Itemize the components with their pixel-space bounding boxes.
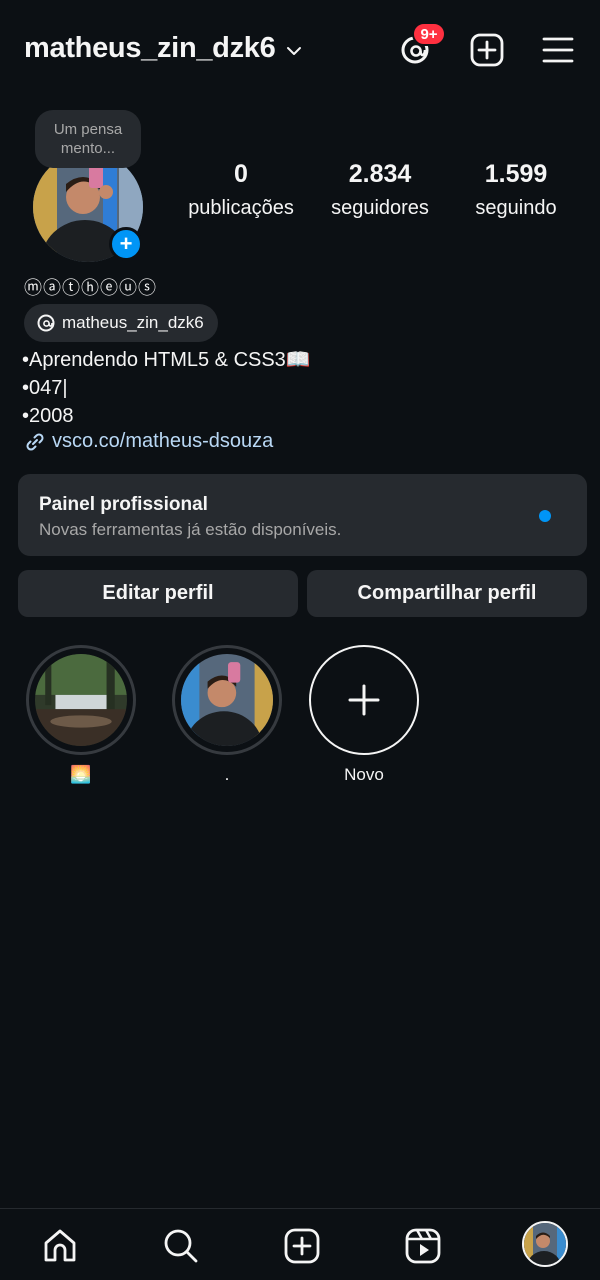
highlight-label: 🌅 — [70, 765, 92, 784]
notification-badge: 9+ — [412, 22, 446, 46]
new-indicator-dot — [539, 510, 551, 522]
professional-dashboard[interactable]: Painel profissional Novas ferramentas já… — [18, 474, 587, 556]
note-text: Um pensa mento... — [53, 121, 123, 157]
bio-line: •Aprendendo HTML5 & CSS3📖 — [22, 349, 311, 371]
posts-label: publicações — [188, 197, 294, 219]
menu-icon[interactable] — [540, 32, 576, 68]
new-post-icon[interactable] — [469, 32, 505, 68]
followers-count[interactable]: 2.834 seguidores — [322, 160, 438, 220]
followers-label: seguidores — [331, 197, 429, 219]
following-count[interactable]: 1.599 seguindo — [466, 160, 566, 220]
profile-tab-avatar[interactable] — [522, 1221, 568, 1267]
highlight-item[interactable]: . — [172, 645, 282, 785]
note-bubble[interactable]: Um pensa mento... — [35, 110, 141, 168]
threads-handle: matheus_zin_dzk6 — [62, 313, 204, 332]
highlight-item[interactable]: 🌅 — [26, 645, 136, 785]
posts-count[interactable]: 0 publicações — [181, 160, 301, 220]
add-story-button[interactable]: + — [109, 227, 143, 261]
plus-icon — [348, 684, 380, 716]
highlight-cover — [181, 654, 273, 746]
new-highlight-button[interactable]: Novo — [309, 645, 419, 785]
link-icon — [26, 432, 44, 451]
bio-line: •2008 — [22, 405, 74, 427]
edit-profile-button[interactable]: Editar perfil — [18, 570, 298, 617]
following-label: seguindo — [475, 197, 557, 219]
followers-value: 2.834 — [348, 160, 412, 188]
chevron-down-icon — [287, 46, 302, 55]
share-profile-button[interactable]: Compartilhar perfil — [307, 570, 587, 617]
create-icon[interactable] — [283, 1227, 321, 1265]
bio-link[interactable]: vsco.co/matheus-dsouza — [24, 430, 273, 453]
highlight-ring — [26, 645, 136, 755]
panel-title: Painel profissional — [39, 494, 208, 515]
username: matheus_zin_dzk6 — [24, 32, 276, 64]
bottom-navigation — [0, 1208, 600, 1280]
display-name: ⓜⓐⓣⓗⓔⓤⓢ — [24, 278, 157, 298]
panel-subtitle: Novas ferramentas já estão disponíveis. — [39, 520, 342, 539]
account-switcher[interactable]: matheus_zin_dzk6 — [24, 32, 303, 65]
posts-value: 0 — [234, 160, 248, 188]
threads-profile-chip[interactable]: matheus_zin_dzk6 — [24, 304, 218, 342]
home-icon[interactable] — [41, 1227, 79, 1265]
link-text: vsco.co/matheus-dsouza — [52, 430, 274, 452]
bio: •Aprendendo HTML5 & CSS3📖 •047| •2008 — [22, 346, 311, 430]
highlight-ring — [172, 645, 282, 755]
top-bar: matheus_zin_dzk6 9+ — [0, 0, 600, 100]
highlight-cover — [35, 654, 127, 746]
following-value: 1.599 — [484, 160, 548, 188]
highlight-label: . — [224, 765, 230, 784]
highlight-label: Novo — [344, 765, 384, 784]
reels-icon[interactable] — [404, 1227, 442, 1265]
bio-line: •047| — [22, 377, 68, 399]
highlight-ring — [309, 645, 419, 755]
search-icon[interactable] — [162, 1227, 200, 1265]
threads-icon — [37, 314, 55, 332]
